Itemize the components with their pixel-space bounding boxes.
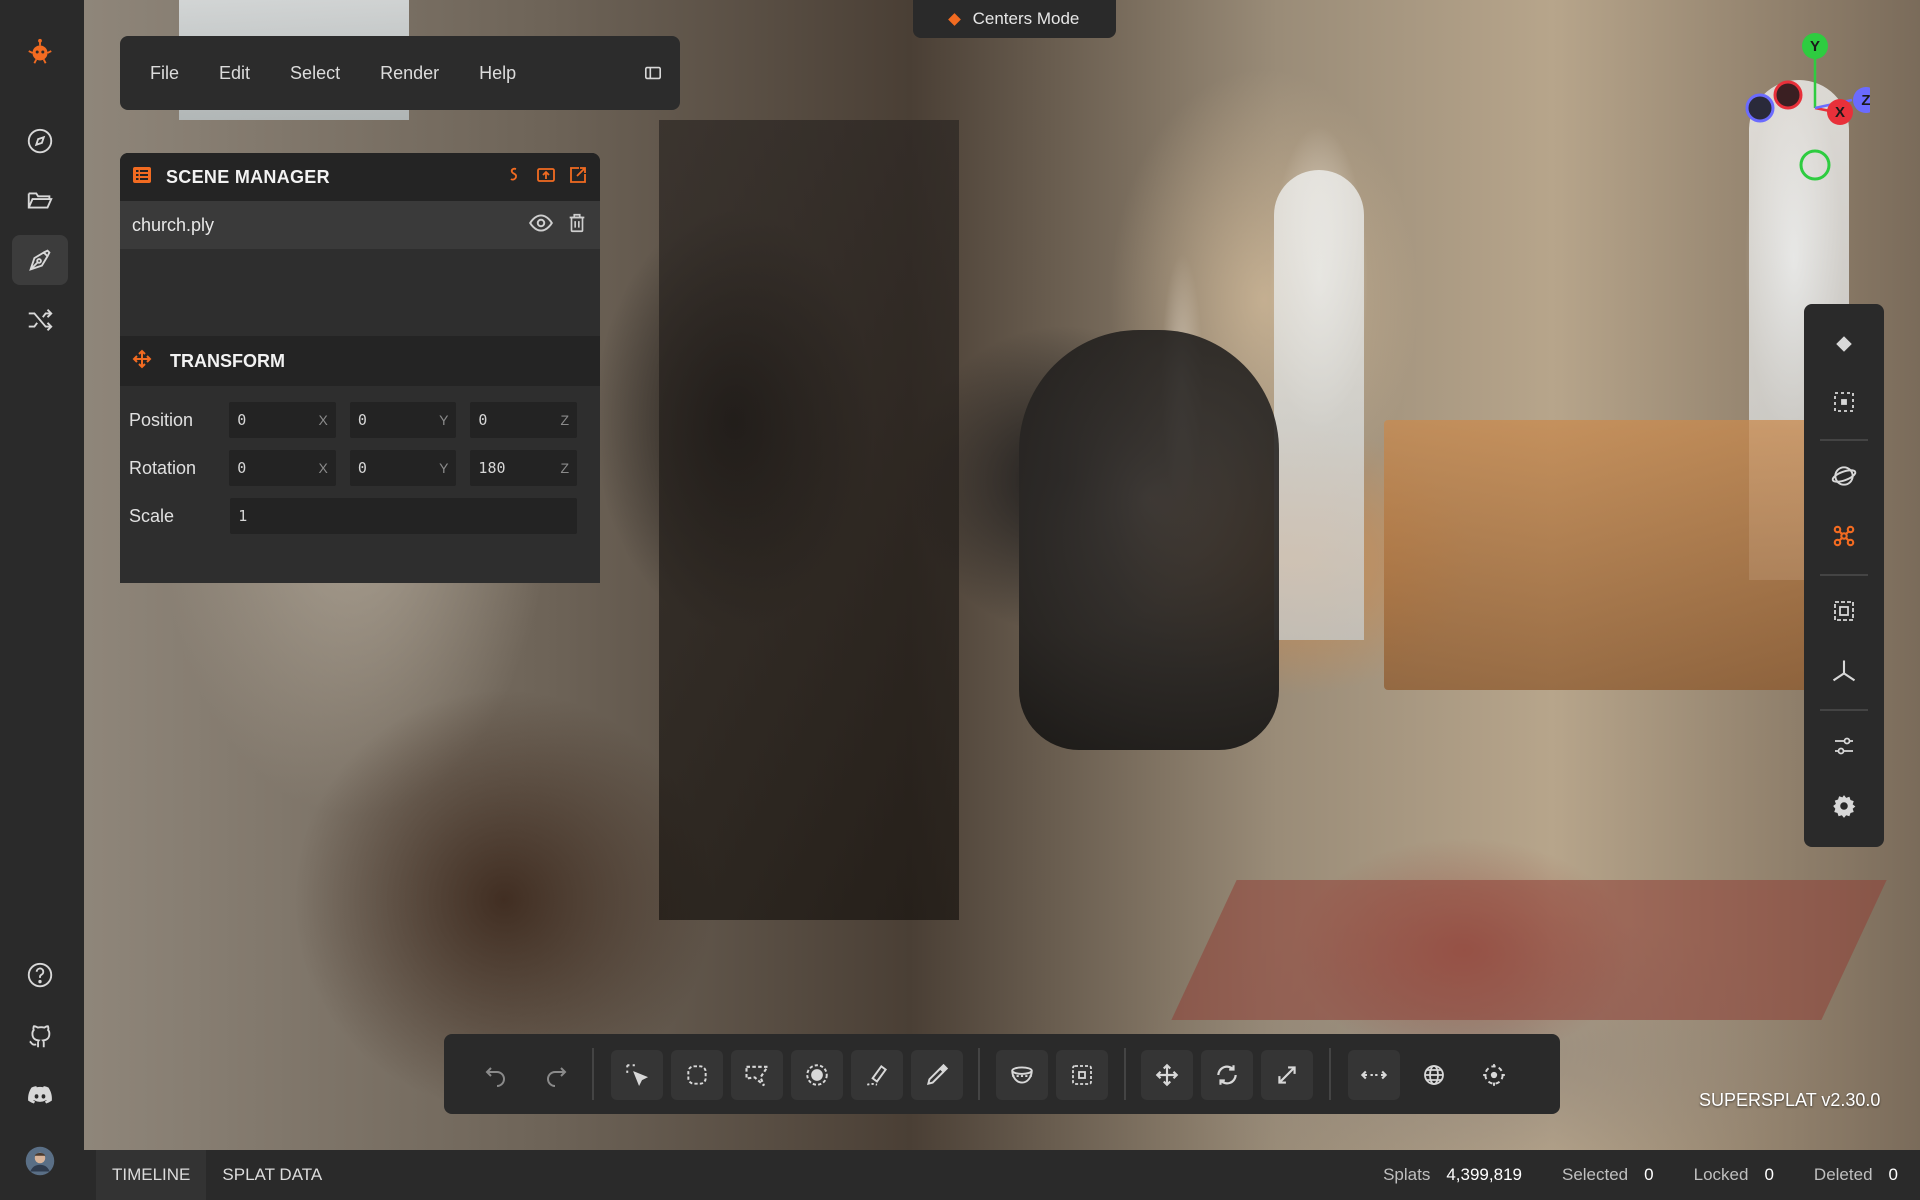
import-icon[interactable] xyxy=(536,165,556,190)
avatar[interactable] xyxy=(12,1136,68,1186)
scene-manager-title: SCENE MANAGER xyxy=(166,166,330,187)
menu-file[interactable]: File xyxy=(134,36,199,110)
menu-help[interactable]: Help xyxy=(459,36,536,110)
scene-window xyxy=(1274,170,1364,640)
github-icon[interactable] xyxy=(12,1010,68,1060)
diamond-icon[interactable] xyxy=(1824,324,1864,364)
box-icon[interactable] xyxy=(1056,1050,1108,1100)
focus-frame-icon[interactable] xyxy=(1824,382,1864,422)
position-row: Position 0X 0Y 0Z xyxy=(120,396,600,444)
scene-side-altar xyxy=(659,120,959,920)
script-icon[interactable] xyxy=(504,165,524,190)
position-z-input[interactable]: 0Z xyxy=(470,402,578,438)
splat-stats: Splats 4,399,819 Selected 0 Locked 0 Del… xyxy=(1383,1165,1920,1185)
position-x-input[interactable]: 0X xyxy=(229,402,336,438)
brush-icon[interactable] xyxy=(791,1050,843,1100)
rotation-label: Rotation xyxy=(129,457,197,478)
tab-timeline[interactable]: TIMELINE xyxy=(96,1150,207,1200)
rotation-y-input[interactable]: 0Y xyxy=(349,450,457,486)
polygon-icon[interactable] xyxy=(731,1050,783,1100)
mode-label: Centers Mode xyxy=(972,9,1080,28)
menu-render[interactable]: Render xyxy=(360,36,459,110)
shuffle-icon[interactable] xyxy=(12,295,68,345)
scene-manager-header: SCENE MANAGER xyxy=(120,153,600,201)
scene-manager-panel: SCENE MANAGER church.ply TRANSFORM Posit… xyxy=(120,153,600,583)
rotate-icon[interactable] xyxy=(1201,1050,1253,1100)
eye-icon[interactable] xyxy=(528,210,554,241)
lasso-icon[interactable] xyxy=(671,1050,723,1100)
move-icon[interactable] xyxy=(1141,1050,1193,1100)
scale-row: Scale 1 xyxy=(120,492,600,540)
scene-pulpit xyxy=(1019,330,1279,750)
selected-label: Selected xyxy=(1561,1165,1629,1184)
scene-carpet xyxy=(1171,880,1887,1020)
left-sidebar xyxy=(0,0,84,1200)
axes-icon[interactable] xyxy=(1824,651,1864,691)
scene-main-altar xyxy=(1384,420,1864,690)
file-name: church.ply xyxy=(132,214,215,235)
file-row[interactable]: church.ply xyxy=(120,201,600,249)
local-space-icon[interactable] xyxy=(1348,1050,1400,1100)
bound-box-icon[interactable] xyxy=(1824,591,1864,631)
gizmo-z-label[interactable]: Z xyxy=(1861,92,1870,109)
orbit-icon[interactable] xyxy=(1824,456,1864,496)
scale-label: Scale xyxy=(129,505,175,526)
compass-icon[interactable] xyxy=(12,116,68,166)
eyedropper-icon[interactable] xyxy=(911,1050,963,1100)
rotation-x-input[interactable]: 0X xyxy=(229,450,336,486)
transform-header: TRANSFORM xyxy=(120,336,600,386)
rotation-row: Rotation 0X 0Y 180 Z xyxy=(120,444,600,492)
diamond-icon xyxy=(947,12,961,26)
export-icon[interactable] xyxy=(568,165,588,190)
panel-toggle-icon[interactable] xyxy=(642,62,664,84)
right-toolbar xyxy=(1804,304,1884,847)
transform-title: TRANSFORM xyxy=(170,350,285,371)
splats-count: 4,399,819 xyxy=(1446,1165,1522,1184)
view-gizmo[interactable]: Y X Z xyxy=(1740,30,1879,190)
discord-icon[interactable] xyxy=(12,1070,68,1120)
sliders-icon[interactable] xyxy=(1824,726,1864,766)
splat-centers-icon[interactable] xyxy=(1824,516,1864,556)
menu-edit[interactable]: Edit xyxy=(199,36,270,110)
list-icon xyxy=(132,165,152,190)
pivot-icon[interactable] xyxy=(1468,1050,1520,1100)
selected-count: 0 xyxy=(1644,1165,1654,1184)
flood-icon[interactable] xyxy=(851,1050,903,1100)
rotation-z-input[interactable]: 180 Z xyxy=(470,450,578,486)
settings-icon[interactable] xyxy=(1824,786,1864,826)
centers-mode-indicator[interactable]: Centers Mode xyxy=(913,0,1116,38)
move-icon xyxy=(132,349,152,374)
gizmo-y-label[interactable]: Y xyxy=(1810,38,1820,55)
scale-input[interactable]: 1 xyxy=(230,498,577,534)
position-label: Position xyxy=(129,409,194,430)
global-icon[interactable] xyxy=(1408,1050,1460,1100)
logo-icon[interactable] xyxy=(12,27,68,77)
scene-list-empty-area xyxy=(120,249,600,336)
deleted-count: 0 xyxy=(1888,1165,1898,1184)
trash-icon[interactable] xyxy=(566,212,588,239)
gizmo-x-label[interactable]: X xyxy=(1835,104,1845,121)
sphere-icon[interactable] xyxy=(996,1050,1048,1100)
menu-select[interactable]: Select xyxy=(270,36,360,110)
tab-splat-data[interactable]: SPLAT DATA xyxy=(206,1150,338,1200)
status-bar: TIMELINE SPLAT DATA Splats 4,399,819 Sel… xyxy=(84,1150,1920,1200)
bottom-toolbar xyxy=(444,1034,1560,1114)
pen-tool-icon[interactable] xyxy=(12,235,68,285)
redo-icon[interactable] xyxy=(530,1050,582,1100)
picker-icon[interactable] xyxy=(611,1050,663,1100)
help-icon[interactable] xyxy=(12,950,68,1000)
locked-count: 0 xyxy=(1764,1165,1774,1184)
scale-icon[interactable] xyxy=(1261,1050,1313,1100)
deleted-label: Deleted xyxy=(1813,1165,1873,1184)
position-y-input[interactable]: 0Y xyxy=(349,402,457,438)
locked-label: Locked xyxy=(1693,1165,1749,1184)
undo-icon[interactable] xyxy=(470,1050,522,1100)
splats-label: Splats xyxy=(1383,1165,1431,1184)
menu-bar: File Edit Select Render Help xyxy=(120,36,680,110)
folder-open-icon[interactable] xyxy=(12,175,68,225)
version-label: SUPERSPLAT v2.30.0 xyxy=(1699,1090,1881,1110)
